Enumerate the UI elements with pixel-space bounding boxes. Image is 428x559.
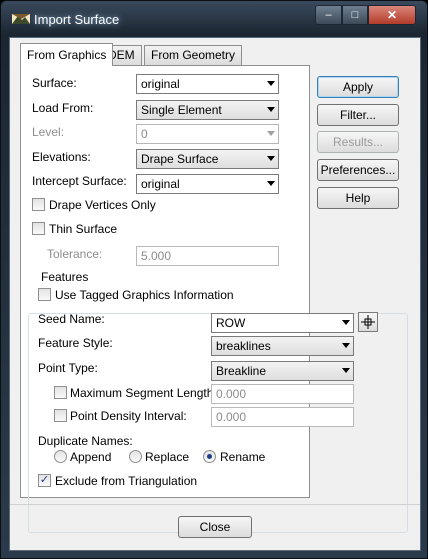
point-type-value: Breakline (216, 364, 267, 378)
tolerance-field[interactable]: 5.000 (136, 246, 279, 266)
preferences-button[interactable]: Preferences... (317, 159, 399, 181)
point-density-label: Point Density Interval: (70, 409, 187, 423)
results-button[interactable]: Results... (317, 131, 399, 153)
replace-radio[interactable] (129, 450, 142, 463)
dialog-client-area: From Graphics DEM From Geometry Surface:… (9, 37, 421, 551)
window-title: Import Surface (34, 12, 120, 27)
maximize-button[interactable]: □ (342, 5, 368, 25)
point-type-label: Point Type: (38, 361, 98, 375)
intercept-surface-label: Intercept Surface: (32, 174, 127, 188)
help-button[interactable]: Help (317, 187, 399, 209)
surface-value: original (141, 77, 180, 91)
load-from-label: Load From: (32, 101, 94, 115)
chevron-down-icon (267, 131, 275, 136)
feature-style-dropdown[interactable]: breaklines (211, 336, 354, 356)
append-label: Append (70, 450, 112, 464)
max-segment-length-checkbox[interactable] (54, 386, 67, 399)
drape-vertices-checkbox[interactable] (32, 198, 45, 211)
rename-radio[interactable] (203, 450, 216, 463)
load-from-dropdown[interactable]: Single Element (136, 100, 279, 120)
elevations-dropdown[interactable]: Drape Surface (136, 149, 279, 169)
level-label: Level: (32, 125, 65, 139)
exclude-triangulation-label: Exclude from Triangulation (55, 474, 198, 488)
level-value: 0 (141, 127, 148, 141)
chevron-down-icon (267, 156, 275, 161)
seed-name-label: Seed Name: (38, 312, 105, 326)
elevations-label: Elevations: (32, 150, 91, 164)
import-surface-window: Import Surface – □ ✕ From Graphics DEM F… (0, 0, 428, 559)
feature-style-value: breaklines (216, 339, 271, 353)
elevations-value: Drape Surface (141, 152, 219, 166)
apply-button[interactable]: Apply (317, 76, 399, 98)
tab-from-graphics[interactable]: From Graphics (20, 43, 114, 66)
exclude-triangulation-checkbox[interactable]: ✓ (38, 474, 51, 487)
seed-name-combo[interactable]: ROW (211, 313, 354, 333)
chevron-down-icon (342, 343, 350, 348)
rename-label: Rename (220, 450, 266, 464)
surface-combo[interactable]: original (136, 74, 279, 94)
replace-label: Replace (145, 450, 190, 464)
tolerance-label: Tolerance: (47, 247, 103, 261)
title-bar[interactable]: Import Surface – □ ✕ (1, 1, 428, 37)
max-segment-length-label: Maximum Segment Length: (70, 386, 217, 400)
filter-button[interactable]: Filter... (317, 104, 399, 126)
chevron-down-icon (342, 368, 350, 373)
intercept-surface-combo[interactable]: original (136, 174, 279, 194)
level-combo[interactable]: 0 (136, 124, 279, 144)
chevron-down-icon (267, 107, 275, 112)
minimize-button[interactable]: – (315, 5, 342, 25)
drape-vertices-label: Drape Vertices Only (49, 198, 156, 212)
use-tagged-graphics-label: Use Tagged Graphics Information (55, 288, 234, 302)
surface-label: Surface: (32, 76, 77, 90)
seed-pick-button[interactable] (358, 312, 378, 332)
chevron-down-icon (342, 320, 350, 325)
load-from-value: Single Element (141, 103, 222, 117)
point-type-dropdown[interactable]: Breakline (211, 361, 354, 381)
divider (10, 504, 420, 505)
chevron-down-icon (267, 81, 275, 86)
point-density-checkbox[interactable] (54, 409, 67, 422)
crosshair-icon (361, 315, 375, 329)
point-density-field[interactable]: 0.000 (211, 407, 354, 427)
feature-style-label: Feature Style: (38, 336, 113, 350)
duplicate-names-label: Duplicate Names: (38, 434, 133, 448)
chevron-down-icon (267, 181, 275, 186)
thin-surface-checkbox[interactable] (32, 222, 45, 235)
tab-from-geometry[interactable]: From Geometry (144, 45, 243, 65)
intercept-surface-value: original (141, 177, 180, 191)
append-radio[interactable] (54, 450, 67, 463)
close-window-button[interactable]: ✕ (368, 5, 416, 25)
close-button[interactable]: Close (178, 516, 252, 538)
features-legend: Features (38, 270, 92, 284)
seed-name-value: ROW (216, 316, 246, 330)
app-icon (12, 14, 30, 24)
thin-surface-label: Thin Surface (49, 222, 118, 236)
max-segment-length-field[interactable]: 0.000 (211, 384, 354, 404)
use-tagged-graphics-checkbox[interactable] (38, 288, 51, 301)
